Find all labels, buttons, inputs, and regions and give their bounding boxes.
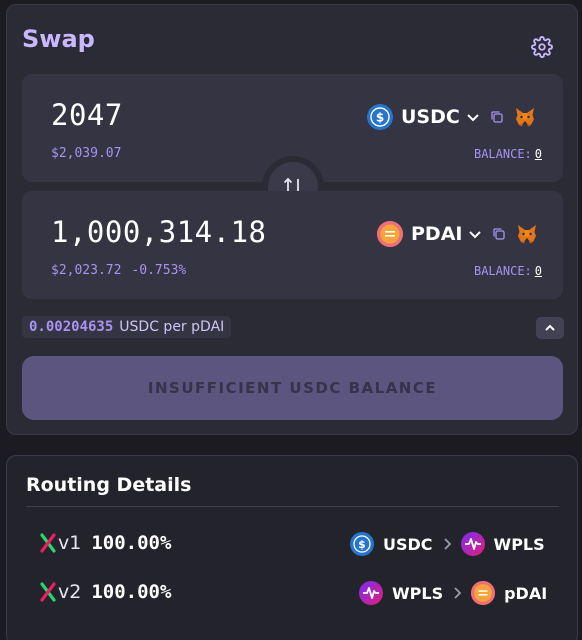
route-token: $ USDC bbox=[350, 532, 433, 556]
from-balance: BALANCE: 0 bbox=[474, 147, 542, 161]
swap-title: Swap bbox=[22, 25, 95, 53]
from-token-name: USDC bbox=[401, 106, 460, 128]
wpls-icon bbox=[460, 532, 485, 556]
metamask-fox-icon[interactable] bbox=[516, 223, 538, 245]
to-usd-value: $2,023.72 -0.753% bbox=[51, 263, 196, 278]
wpls-icon bbox=[359, 581, 383, 605]
pdai-icon bbox=[377, 221, 403, 247]
svg-text:$: $ bbox=[358, 538, 366, 551]
swap-action-button[interactable]: INSUFFICIENT USDC BALANCE bbox=[22, 356, 563, 420]
exchange-rate[interactable]: 0.00204635 USDC per pDAI bbox=[22, 316, 232, 338]
routing-card: Routing Details v1 100.00% $ USDC WPLS v… bbox=[6, 455, 578, 640]
route-path: WPLS pDAI bbox=[359, 581, 547, 605]
route-percent: 100.00% bbox=[91, 581, 172, 603]
exchange-rate-value: 0.00204635 bbox=[29, 319, 114, 335]
copy-icon[interactable] bbox=[492, 227, 506, 241]
to-balance-value[interactable]: 0 bbox=[535, 264, 542, 278]
route-token: pDAI bbox=[471, 581, 547, 605]
toggle-details-button[interactable] bbox=[536, 317, 564, 339]
route-token-name: WPLS bbox=[493, 534, 545, 554]
from-usd-amount: $2,039.07 bbox=[51, 146, 122, 161]
pulsex-icon bbox=[40, 582, 56, 602]
route-row: v1 100.00% $ USDC WPLS bbox=[7, 528, 579, 558]
route-token-name: USDC bbox=[383, 534, 433, 554]
swap-card: Swap 2047 $2,039.07 $ USDC BALANCE: 0 1,… bbox=[6, 4, 578, 435]
from-balance-value[interactable]: 0 bbox=[535, 147, 542, 161]
chevron-right-icon bbox=[454, 587, 462, 599]
route-version: v1 100.00% bbox=[40, 532, 171, 554]
route-token-name: WPLS bbox=[392, 583, 444, 603]
from-token-selector[interactable]: $ USDC bbox=[367, 104, 536, 130]
pdai-icon bbox=[471, 581, 496, 605]
from-balance-label: BALANCE: bbox=[473, 147, 532, 161]
route-path: $ USDC WPLS bbox=[350, 532, 545, 556]
divider bbox=[26, 506, 559, 507]
to-amount-output[interactable]: 1,000,314.18 bbox=[51, 215, 267, 249]
chevron-up-icon bbox=[545, 324, 555, 331]
chevron-right-icon bbox=[443, 538, 451, 550]
chevron-down-icon bbox=[469, 231, 482, 239]
from-amount-input[interactable]: 2047 bbox=[51, 98, 123, 132]
price-impact: -0.753% bbox=[131, 263, 187, 278]
route-token-name: pDAI bbox=[504, 583, 548, 603]
from-usd-value: $2,039.07 bbox=[51, 146, 131, 161]
route-row: v2 100.00% WPLS pDAI bbox=[7, 577, 579, 607]
usdc-icon: $ bbox=[350, 532, 374, 556]
route-token: WPLS bbox=[359, 581, 443, 605]
copy-icon[interactable] bbox=[490, 110, 504, 124]
pulsex-icon bbox=[40, 533, 56, 553]
to-token-selector[interactable]: PDAI bbox=[377, 221, 538, 247]
metamask-fox-icon[interactable] bbox=[514, 106, 536, 128]
svg-text:$: $ bbox=[376, 111, 384, 125]
to-token-name: PDAI bbox=[411, 223, 463, 245]
route-version-label: v2 bbox=[58, 581, 82, 603]
to-balance: BALANCE: 0 bbox=[474, 264, 542, 278]
exchange-rate-unit: USDC per pDAI bbox=[119, 319, 225, 335]
routing-title: Routing Details bbox=[26, 474, 192, 496]
to-token-panel: 1,000,314.18 $2,023.72 -0.753% PDAI BALA… bbox=[22, 191, 563, 299]
to-balance-label: BALANCE: bbox=[473, 264, 532, 278]
chevron-down-icon bbox=[467, 114, 479, 122]
to-usd-amount: $2,023.72 bbox=[51, 263, 122, 278]
route-token: WPLS bbox=[460, 532, 545, 556]
gear-icon[interactable] bbox=[531, 36, 553, 58]
usdc-icon: $ bbox=[367, 104, 393, 130]
route-version-label: v1 bbox=[58, 532, 82, 554]
route-percent: 100.00% bbox=[91, 532, 172, 554]
route-version: v2 100.00% bbox=[40, 581, 171, 603]
